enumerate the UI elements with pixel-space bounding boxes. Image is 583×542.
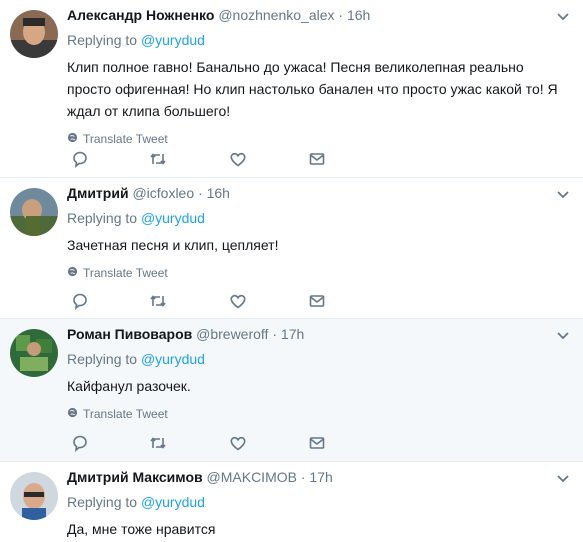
- user-fullname[interactable]: Роман Пивоваров: [67, 326, 192, 342]
- user-fullname[interactable]: Александр Ножненко: [67, 7, 214, 23]
- tweet-header: Дмитрий Максимов @MAKCIMOB · 17h: [67, 467, 571, 487]
- tweet-header: Александр Ножненко @nozhnenko_alex · 16h: [67, 5, 571, 25]
- avatar[interactable]: [10, 329, 58, 377]
- tweet-text: Кайфанул разочек.: [67, 378, 191, 394]
- tweet-actions: [70, 433, 330, 453]
- replying-to-link[interactable]: @yurydud: [141, 32, 205, 48]
- separator-dot: ·: [198, 185, 203, 201]
- envelope-icon[interactable]: [307, 433, 327, 453]
- globe-icon: [67, 265, 78, 281]
- tweet-text: Да, мне тоже нравится: [67, 521, 216, 537]
- separator-dot: ·: [300, 469, 306, 485]
- replying-to-link[interactable]: @yurydud: [141, 210, 205, 226]
- retweet-icon[interactable]: [148, 291, 168, 311]
- replying-to: Replying to @yurydud: [67, 209, 571, 227]
- replying-prefix: Replying to: [67, 351, 138, 367]
- replying-to-link[interactable]: @yurydud: [141, 351, 205, 367]
- translate-label: Translate Tweet: [83, 407, 168, 421]
- retweet-icon[interactable]: [148, 149, 168, 169]
- tweet-item[interactable]: Александр Ножненко @nozhnenko_alex · 16h…: [0, 0, 583, 178]
- envelope-icon[interactable]: [307, 149, 327, 169]
- tweet-item[interactable]: Дмитрий @icfoxleo · 16h Replying to @yur…: [0, 178, 583, 319]
- timestamp[interactable]: 16h: [347, 7, 370, 23]
- tweet-text: Клип полное гавно! Банально до ужаса! Пе…: [67, 59, 558, 119]
- translate-label: Translate Tweet: [83, 266, 168, 280]
- tweet-header: Роман Пивоваров @breweroff · 17h: [67, 324, 571, 344]
- replying-to-link[interactable]: @yurydud: [141, 494, 205, 510]
- replying-prefix: Replying to: [67, 32, 138, 48]
- heart-icon[interactable]: [228, 433, 248, 453]
- user-handle[interactable]: @icfoxleo: [132, 185, 194, 201]
- translate-tweet-link[interactable]: Translate Tweet: [67, 406, 571, 422]
- avatar[interactable]: [10, 10, 58, 58]
- separator-dot: ·: [338, 7, 344, 23]
- translate-tweet-link[interactable]: Translate Tweet: [67, 131, 571, 147]
- reply-icon[interactable]: [70, 291, 90, 311]
- user-fullname[interactable]: Дмитрий: [67, 185, 129, 201]
- replying-to: Replying to @yurydud: [67, 31, 571, 49]
- user-handle[interactable]: @MAKCIMOB: [207, 469, 297, 485]
- tweet-actions: [70, 149, 330, 169]
- translate-tweet-link[interactable]: Translate Tweet: [67, 265, 571, 281]
- reply-icon[interactable]: [70, 149, 90, 169]
- tweet-text: Зачетная песня и клип, цепляет!: [67, 237, 279, 253]
- heart-icon[interactable]: [228, 149, 248, 169]
- user-handle[interactable]: @breweroff: [196, 326, 268, 342]
- replying-prefix: Replying to: [67, 494, 138, 510]
- replying-to: Replying to @yurydud: [67, 493, 571, 511]
- tweet-actions: [70, 291, 330, 311]
- globe-icon: [67, 406, 78, 422]
- tweet-item[interactable]: Роман Пивоваров @breweroff · 17h Replyin…: [0, 319, 583, 462]
- timestamp[interactable]: 17h: [281, 326, 304, 342]
- timestamp[interactable]: 17h: [309, 469, 332, 485]
- separator-dot: ·: [272, 326, 278, 342]
- replying-prefix: Replying to: [67, 210, 138, 226]
- reply-icon[interactable]: [70, 433, 90, 453]
- tweet-item[interactable]: Дмитрий Максимов @MAKCIMOB · 17h Replyin…: [0, 462, 583, 542]
- retweet-icon[interactable]: [148, 433, 168, 453]
- avatar[interactable]: [10, 472, 58, 520]
- user-fullname[interactable]: Дмитрий Максимов: [67, 469, 203, 485]
- timestamp[interactable]: 16h: [207, 185, 230, 201]
- avatar[interactable]: [10, 188, 58, 236]
- user-handle[interactable]: @nozhnenko_alex: [218, 7, 334, 23]
- globe-icon: [67, 131, 78, 147]
- heart-icon[interactable]: [228, 291, 248, 311]
- translate-label: Translate Tweet: [83, 132, 168, 146]
- envelope-icon[interactable]: [307, 291, 327, 311]
- tweet-header: Дмитрий @icfoxleo · 16h: [67, 183, 571, 203]
- replying-to: Replying to @yurydud: [67, 350, 571, 368]
